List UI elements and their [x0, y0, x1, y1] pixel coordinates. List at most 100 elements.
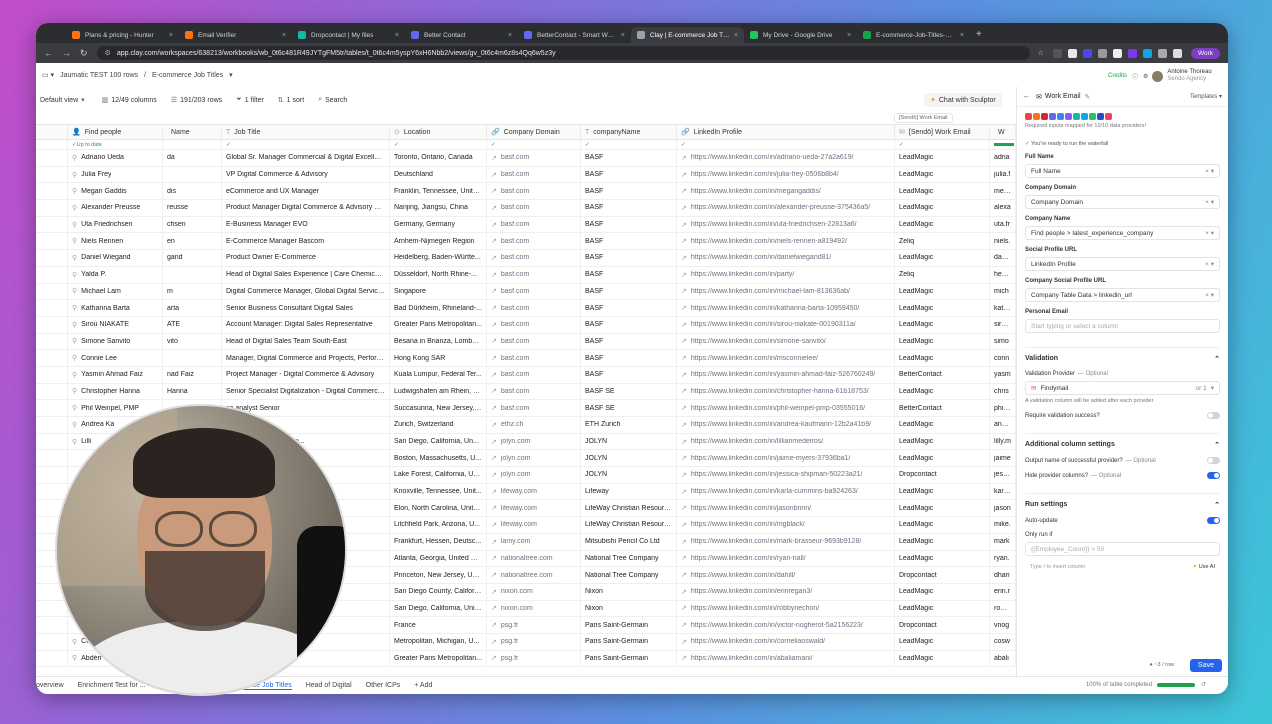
table-cell[interactable]: Franklin, Tennessee, Unite... — [390, 183, 487, 200]
table-cell[interactable]: San Diego, California, Unit... — [390, 600, 487, 617]
table-cell[interactable]: Nixon — [581, 600, 677, 617]
table-cell[interactable]: ↗ https://www.linkedin.com/in/victor-nogh… — [677, 617, 895, 633]
browser-tab[interactable]: Dropcontact | My files × — [292, 27, 405, 43]
table-cell[interactable]: ↗ basf.com — [487, 200, 581, 216]
table-cell[interactable]: Global Sr. Manager Commercial & Digital … — [222, 150, 390, 166]
table-cell[interactable]: ETH Zurich — [581, 417, 677, 433]
table-cell[interactable]: jason — [990, 500, 1016, 517]
table-cell[interactable]: Project Manager - Digital Commerce & Adv… — [222, 366, 390, 383]
extension-icon[interactable] — [1052, 48, 1062, 58]
table-cell[interactable]: vito — [163, 333, 222, 350]
table-cell[interactable]: ⚲ Yasmin Ahmad Faiz — [68, 366, 163, 383]
table-cell[interactable]: ↗ https://www.linkedin.com/in/ryan-nall/ — [677, 550, 895, 567]
filter-button[interactable]: ⏷ 1 filter — [236, 96, 264, 104]
table-cell[interactable]: E-Business Manager EVO — [222, 216, 390, 233]
table-cell[interactable]: ↗ nationaltree.com — [487, 567, 581, 583]
table-cell[interactable]: Nixon — [581, 583, 677, 600]
table-cell[interactable]: ↗ lifeway.com — [487, 483, 581, 500]
table-cell[interactable]: LeadMagic — [895, 150, 990, 166]
table-cell[interactable]: arta — [163, 300, 222, 316]
table-cell[interactable]: Paris Saint-Germain — [581, 650, 677, 667]
edit-icon[interactable]: ✎ — [1085, 93, 1091, 101]
table-cell[interactable]: ↗ https://www.linkedin.com/in/phil-weinpe… — [677, 400, 895, 416]
table-cell[interactable]: LeadMagic — [895, 250, 990, 266]
table-cell[interactable]: BASF — [581, 250, 677, 266]
table-cell[interactable]: Mitsubishi Pencil Co Ltd — [581, 533, 677, 550]
table-cell[interactable]: ↗ basf.com — [487, 283, 581, 300]
table-cell[interactable]: Princeton, New Jersey, Un... — [390, 567, 487, 583]
table-cell[interactable]: dhari — [990, 567, 1016, 583]
clear-icon[interactable]: × ▾ — [1205, 291, 1214, 299]
table-cell[interactable]: France — [390, 617, 487, 633]
table-cell[interactable]: ⚲ Connie Lee — [68, 350, 163, 366]
table-cell[interactable]: BASF — [581, 333, 677, 350]
rows-button[interactable]: ☰ 191/203 rows — [171, 96, 222, 105]
extension-icon[interactable] — [1127, 48, 1137, 58]
column-header[interactable]: Name — [163, 125, 222, 139]
sheet-tab[interactable]: Other ICPs — [366, 682, 401, 689]
table-cell[interactable]: ↗ https://www.linkedin.com/in/erinregan3/ — [677, 583, 895, 600]
table-cell[interactable]: ↗ psg.fr — [487, 650, 581, 667]
table-cell[interactable]: ↗ jolyn.com — [487, 450, 581, 467]
table-cell[interactable]: ↗ basf.com — [487, 266, 581, 283]
table-cell[interactable]: Zeliq — [895, 233, 990, 250]
table-cell[interactable]: VP Digital Commerce & Advisory — [222, 166, 390, 183]
table-row[interactable]: ⚲ Christopher Hanna Hanna Senior Specialist… — [36, 383, 1016, 401]
table-cell[interactable]: ⚲ Sirou NIAKATE — [68, 316, 163, 333]
chevron-down-icon[interactable]: ▾ — [229, 71, 233, 79]
table-cell[interactable]: Knoxville, Tennessee, Unit... — [390, 483, 487, 500]
table-cell[interactable]: ↗ https://www.linkedin.com/in/adriano-ued… — [677, 150, 895, 166]
table-cell[interactable]: Arnhem-Nijmegen Region — [390, 233, 487, 250]
save-button[interactable]: Save — [1190, 659, 1222, 672]
table-cell[interactable]: LeadMagic — [895, 216, 990, 233]
clear-icon[interactable]: × ▾ — [1205, 198, 1214, 206]
table-cell[interactable]: Paris Saint-Germain — [581, 633, 677, 650]
table-cell[interactable]: LeadMagic — [895, 417, 990, 433]
table-cell[interactable]: ↗ https://www.linkedin.com/in/msconnielee… — [677, 350, 895, 366]
table-cell[interactable]: BASF — [581, 300, 677, 316]
table-cell[interactable]: Hong Kong SAR — [390, 350, 487, 366]
browser-tab[interactable]: E-commerce-Job-Titles-Defa × — [857, 27, 970, 43]
table-cell[interactable]: Paris Saint-Germain — [581, 617, 677, 633]
table-cell[interactable]: uta.fr — [990, 216, 1016, 233]
table-cell[interactable]: ↗ https://www.linkedin.com/in/uta-friedri… — [677, 216, 895, 233]
table-cell[interactable]: ↗ https://www.linkedin.com/in/abaliamani/ — [677, 650, 895, 667]
table-cell[interactable]: Product Manager Digital Commerce & Advis… — [222, 200, 390, 216]
table-cell[interactable]: LeadMagic — [895, 300, 990, 316]
table-cell[interactable]: ↗ lifeway.com — [487, 517, 581, 533]
table-cell[interactable]: BASF — [581, 183, 677, 200]
table-cell[interactable]: dis — [163, 183, 222, 200]
table-cell[interactable]: Manager, Digital Commerce and Projects, … — [222, 350, 390, 366]
table-cell[interactable]: Dropcontact — [895, 617, 990, 633]
profile-button[interactable]: Work — [1190, 47, 1220, 59]
table-cell[interactable]: jaime — [990, 450, 1016, 467]
extension-icon[interactable] — [1112, 48, 1122, 58]
table-cell[interactable]: LeadMagic — [895, 633, 990, 650]
table-cell[interactable]: ↗ basf.com — [487, 383, 581, 400]
table-cell[interactable]: San Diego County, Californ... — [390, 583, 487, 600]
additional-settings-section[interactable]: Additional column settings ⌃ — [1025, 433, 1220, 449]
table-cell[interactable]: ↗ basf.com — [487, 183, 581, 200]
close-icon[interactable]: × — [960, 32, 964, 39]
formula-hint[interactable]: [Sendō] Work Email — [894, 113, 953, 123]
table-cell[interactable]: LeadMagic — [895, 350, 990, 366]
table-cell[interactable]: ↗ https://www.linkedin.com/in/dahill/ — [677, 567, 895, 583]
table-cell[interactable]: LeadMagic — [895, 450, 990, 467]
close-icon[interactable]: × — [508, 32, 512, 39]
table-cell[interactable]: Heidelberg, Baden-Württe... — [390, 250, 487, 266]
table-cell[interactable]: ↗ https://www.linkedin.com/in/simone-sanv… — [677, 333, 895, 350]
table-cell[interactable]: ⚲ Katharina Barta — [68, 300, 163, 316]
column-header[interactable]: T Job Title — [222, 125, 390, 139]
table-cell[interactable]: LeadMagic — [895, 333, 990, 350]
table-cell[interactable]: ↗ https://www.linkedin.com/in/jaime-myers… — [677, 450, 895, 467]
table-cell[interactable]: adria — [990, 150, 1016, 166]
table-cell[interactable]: ↗ basf.com — [487, 233, 581, 250]
table-cell[interactable]: ⚲ Michael Lam — [68, 283, 163, 300]
history-icon[interactable]: ↺ — [1201, 681, 1206, 688]
table-cell[interactable]: ↗ basf.com — [487, 150, 581, 166]
table-cell[interactable]: Succasunna, New Jersey, ... — [390, 400, 487, 416]
table-cell[interactable]: Head of Digital Sales Team South-East — [222, 333, 390, 350]
table-cell[interactable]: ↗ https://www.linkedin.com/in/alexander-p… — [677, 200, 895, 216]
table-cell[interactable]: abali — [990, 650, 1016, 667]
table-cell[interactable]: Hanna — [163, 383, 222, 400]
